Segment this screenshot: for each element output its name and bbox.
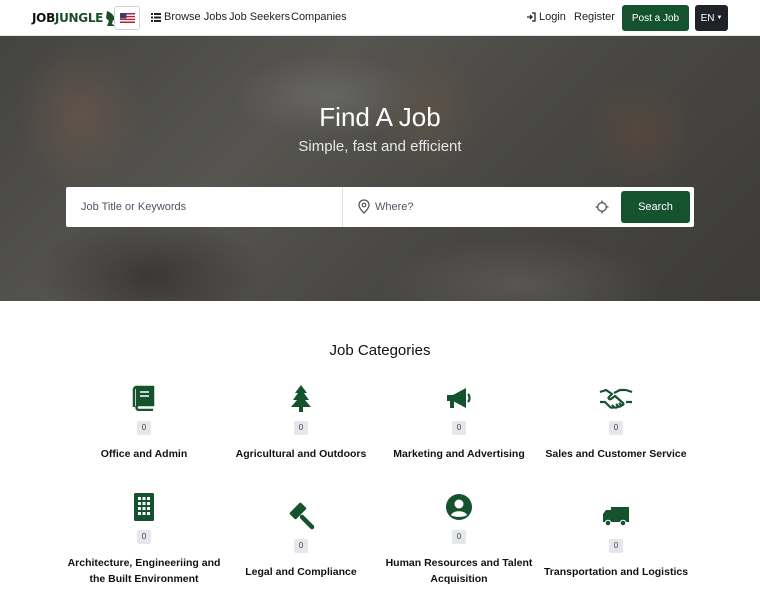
user-circle-icon (379, 492, 539, 522)
category-human-resources[interactable]: 0 Human Resources and Talent Acquisition (379, 492, 539, 587)
category-architecture[interactable]: 0 Architecture, Engineeriing and the Bui… (64, 492, 224, 587)
nav-login[interactable]: Login (526, 11, 566, 23)
nav-companies[interactable]: Companies (291, 11, 347, 23)
site-logo[interactable]: JOBJUNGLE (32, 6, 118, 30)
nav-register[interactable]: Register (574, 11, 615, 23)
us-flag-icon (119, 13, 135, 23)
category-count: 0 (137, 530, 151, 544)
handshake-icon (536, 383, 696, 413)
nav-browse-jobs[interactable]: Browse Jobs (151, 11, 227, 23)
locate-crosshair-icon[interactable] (595, 200, 609, 214)
hero-subtitle: Simple, fast and efficient (298, 138, 462, 155)
nav-login-label: Login (539, 11, 566, 23)
country-flag-button[interactable] (114, 6, 140, 30)
category-label: Legal and Compliance (245, 566, 357, 578)
category-label: Office and Admin (100, 448, 188, 460)
category-label: Architecture, Engineeriing and the Built… (67, 557, 221, 585)
category-sales[interactable]: 0 Sales and Customer Service (536, 383, 696, 462)
hero-banner: Find A Job Simple, fast and efficient Se… (0, 36, 760, 301)
search-button[interactable]: Search (621, 191, 690, 223)
category-office-admin[interactable]: 0 Office and Admin (64, 383, 224, 462)
keyword-input[interactable] (66, 187, 343, 227)
category-agricultural[interactable]: 0 Agricultural and Outdoors (221, 383, 381, 462)
caret-down-icon: ▼ (716, 15, 723, 21)
category-count: 0 (294, 539, 308, 553)
category-label: Human Resources and Talent Acquisition (385, 557, 533, 585)
category-label: Sales and Customer Service (545, 448, 687, 460)
category-label: Agricultural and Outdoors (235, 448, 367, 460)
category-legal[interactable]: 0 Legal and Compliance (221, 501, 381, 580)
job-categories-title: Job Categories (329, 342, 431, 359)
book-icon (64, 383, 224, 413)
gavel-icon (221, 501, 381, 531)
category-count: 0 (294, 421, 308, 435)
post-job-button[interactable]: Post a Job (622, 5, 689, 31)
category-label: Marketing and Advertising (393, 448, 525, 460)
building-icon (64, 492, 224, 522)
category-count: 0 (452, 530, 466, 544)
category-count: 0 (609, 421, 623, 435)
map-pin-icon (358, 199, 370, 214)
megaphone-icon (379, 383, 539, 413)
category-count: 0 (137, 421, 151, 435)
location-input[interactable] (375, 187, 590, 227)
category-label: Transportation and Logistics (543, 566, 689, 578)
top-navbar: JOBJUNGLE Browse Jobs Job Seekers Compan… (0, 0, 760, 36)
job-search-bar: Search (66, 187, 694, 227)
login-icon (527, 12, 536, 22)
truck-icon (536, 501, 696, 531)
language-label: EN (700, 12, 715, 24)
category-transportation[interactable]: 0 Transportation and Logistics (536, 501, 696, 580)
language-dropdown[interactable]: EN ▼ (695, 5, 728, 31)
hero-title: Find A Job (319, 102, 441, 132)
logo-text: JOBJUNGLE (32, 11, 104, 25)
nav-browse-jobs-label: Browse Jobs (164, 11, 227, 23)
list-icon (151, 12, 161, 22)
category-count: 0 (452, 421, 466, 435)
category-marketing[interactable]: 0 Marketing and Advertising (379, 383, 539, 462)
tree-icon (221, 383, 381, 413)
category-count: 0 (609, 539, 623, 553)
nav-job-seekers[interactable]: Job Seekers (229, 11, 290, 23)
